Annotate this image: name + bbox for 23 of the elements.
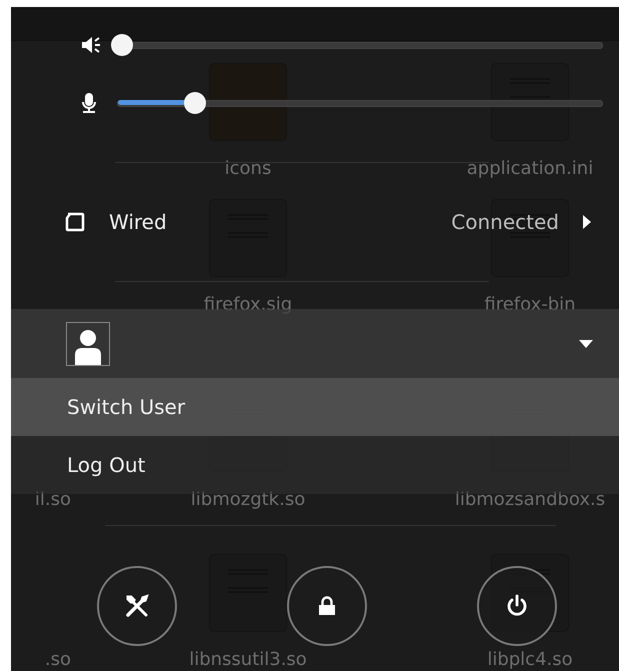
file-name: firefox.sig bbox=[204, 295, 292, 315]
network-icon bbox=[65, 212, 85, 232]
menu-item[interactable]: Switch User bbox=[11, 378, 619, 436]
document-icon bbox=[209, 554, 287, 632]
file-name: firefox-bin bbox=[484, 295, 576, 315]
microphone-icon bbox=[81, 92, 97, 114]
lock-icon bbox=[318, 596, 336, 616]
document-icon bbox=[491, 63, 569, 141]
file-name: icons bbox=[224, 159, 272, 179]
slider-thumb[interactable] bbox=[184, 92, 206, 114]
file-name: application.ini bbox=[466, 159, 594, 179]
file-name: libnssutil3.so bbox=[189, 650, 307, 670]
submenu-arrow-icon bbox=[583, 215, 591, 229]
menu-item[interactable]: Log Out bbox=[11, 436, 619, 494]
file-name: .so bbox=[44, 650, 71, 670]
file-name: libplc4.so bbox=[487, 650, 573, 670]
folder-icon bbox=[209, 63, 287, 141]
avatar-icon bbox=[66, 322, 110, 366]
network-status: Connected bbox=[451, 210, 559, 234]
network-label: Wired bbox=[109, 210, 168, 234]
power-icon bbox=[505, 594, 529, 618]
speaker-icon bbox=[81, 36, 101, 54]
tools-icon bbox=[124, 593, 150, 619]
